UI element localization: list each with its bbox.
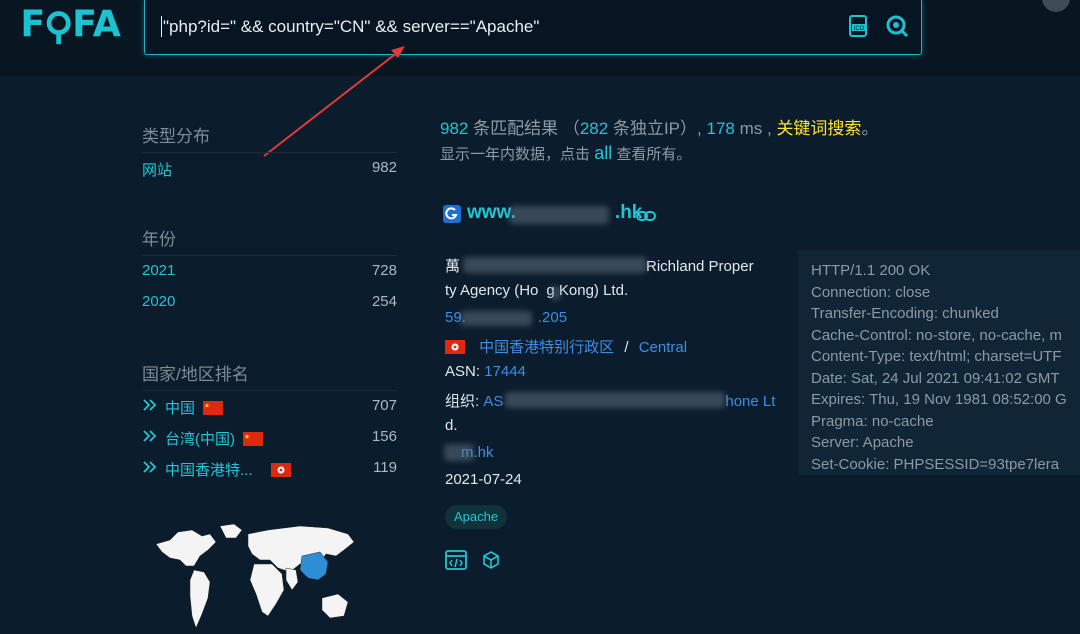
ip-count-label: 条独立IP）, — [612, 119, 702, 138]
result-count-label: 条匹配结果 — [473, 119, 559, 138]
header-line: Transfer-Encoding: chunked — [811, 305, 999, 322]
header-line: Pragma: no-cache — [811, 413, 934, 430]
org-row-line2[interactable]: d. — [445, 417, 458, 434]
result-summary-line2: 显示一年内数据，点击 all 查看所有。 — [440, 143, 691, 164]
china-flag-icon — [243, 432, 263, 446]
all-link[interactable]: all — [594, 143, 612, 163]
external-link-icon[interactable] — [636, 210, 656, 222]
header-line: Set-Cookie: PHPSESSID=93tpe7lera — [811, 456, 1060, 473]
year-item-2021[interactable]: 2021 728 — [142, 259, 397, 283]
server-tag[interactable]: Apache — [445, 505, 508, 529]
country-count: 156 — [371, 428, 397, 445]
country-ranking-title: 国家/地区排名 — [142, 365, 249, 384]
site-title-line2: ty Agency (Ho g Kong) Ltd. — [445, 282, 629, 299]
asn-link[interactable]: 17444 — [484, 363, 526, 380]
header-line: Content-Type: text/html; charset=UTF — [811, 348, 1062, 365]
type-distribution-title: 类型分布 — [142, 127, 210, 146]
location-row: 中国香港特别行政区 / Central — [445, 336, 687, 357]
double-chevron-right-icon — [143, 399, 157, 411]
country-item-taiwan[interactable]: 台湾(中国) 156 — [142, 425, 397, 449]
asn-row: ASN: 17444 — [445, 363, 526, 380]
header-line: Date: Sat, 24 Jul 2021 09:41:02 GMT — [811, 370, 1060, 387]
keyword-search-link[interactable]: 关键词搜索 — [776, 119, 861, 138]
city-link[interactable]: Central — [639, 339, 687, 356]
type-item-label[interactable]: 网站 — [142, 159, 172, 180]
country-label[interactable]: 中国香港特... — [165, 459, 291, 480]
china-flag-icon — [203, 401, 224, 415]
site-favicon-icon — [443, 205, 461, 223]
ip-count: 282 — [579, 119, 609, 138]
year-count: 728 — [371, 262, 397, 279]
country-count: 707 — [371, 397, 397, 414]
double-chevron-right-icon — [143, 430, 157, 442]
ip-open-paren: （ — [562, 119, 580, 138]
hongkong-flag-icon — [270, 463, 291, 477]
view-all-text: 查看所有。 — [616, 146, 692, 163]
country-label[interactable]: 中国 — [165, 397, 224, 418]
result-count: 982 — [440, 119, 469, 138]
location-separator: / — [624, 339, 629, 356]
country-item-hongkong[interactable]: 中国香港特... 119 — [142, 456, 397, 480]
type-item-count: 982 — [371, 159, 397, 176]
divider — [142, 255, 397, 256]
header-line: Expires: Thu, 19 Nov 1981 08:52:00 G — [811, 391, 1067, 408]
header-line: HTTP/1.1 200 OK — [811, 262, 931, 279]
result-date: 2021-07-24 — [445, 471, 522, 488]
year-title: 年份 — [142, 230, 176, 249]
year-notice: 显示一年内数据，点击 — [440, 146, 591, 163]
region-link[interactable]: 中国香港特别行政区 — [479, 339, 614, 356]
query-time: 178 — [706, 119, 735, 138]
header-line: Connection: close — [811, 284, 931, 301]
query-time-label: ms , — [739, 119, 772, 138]
result-summary: 982 条匹配结果 （282 条独立IP）, 178 ms , 关键词搜索。 — [440, 114, 878, 139]
country-label[interactable]: 台湾(中国) — [165, 428, 263, 449]
country-item-china[interactable]: 中国 707 — [142, 394, 397, 418]
http-header-panel[interactable]: HTTP/1.1 200 OK Connection: close Transf… — [798, 250, 1080, 475]
period: 。 — [861, 119, 879, 138]
code-icon[interactable] — [445, 550, 467, 570]
country-count: 119 — [373, 459, 397, 476]
year-label[interactable]: 2021 — [142, 262, 175, 279]
year-item-2020[interactable]: 2020 254 — [142, 290, 397, 314]
cube-icon[interactable] — [481, 550, 501, 570]
header-line: Server: Apache — [811, 434, 914, 451]
divider — [142, 390, 397, 391]
org-link[interactable]: AS — [483, 393, 503, 410]
divider — [142, 152, 397, 153]
hongkong-flag-icon — [445, 340, 465, 354]
double-chevron-right-icon — [143, 461, 157, 473]
type-item-website[interactable]: 网站 982 — [142, 156, 397, 180]
header-line: Cache-Control: no-store, no-cache, m — [811, 327, 1062, 344]
year-count: 254 — [371, 293, 397, 310]
year-label[interactable]: 2020 — [142, 293, 175, 310]
world-map[interactable] — [150, 520, 360, 634]
